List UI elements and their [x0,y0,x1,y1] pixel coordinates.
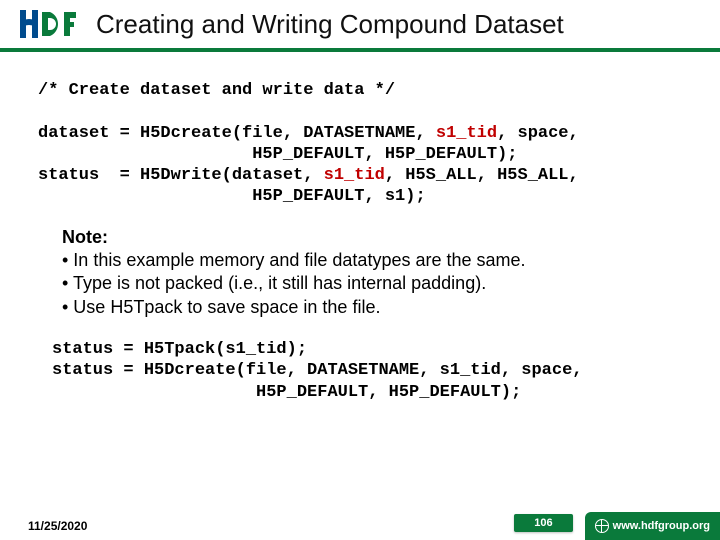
note-bullet: • Type is not packed (i.e., it still has… [62,272,682,295]
slide-footer: 11/25/2020 106 www.hdfgroup.org [0,512,720,540]
note-block: Note: • In this example memory and file … [0,208,720,320]
code-line: dataset = H5Dcreate(file, DATASETNAME, [38,124,436,143]
code-line: status = H5Dcreate(file, DATASETNAME, s1… [52,361,583,380]
slide-header: Creating and Writing Compound Dataset [0,0,720,42]
code-block-2: status = H5Tpack(s1_tid); status = H5Dcr… [0,319,720,403]
code-line: status = H5Tpack(s1_tid); [52,340,307,359]
code-line: status = H5Dwrite(dataset, [38,166,324,185]
code-block-1: /* Create dataset and write data */ data… [0,52,720,208]
code-line: , H5S_ALL, H5S_ALL, [385,166,579,185]
page-number-badge: 106 [514,514,572,532]
code-line: H5P_DEFAULT, H5P_DEFAULT); [52,383,521,402]
code-highlight: s1_tid [436,124,497,143]
note-bullet: • In this example memory and file dataty… [62,249,682,272]
code-line: H5P_DEFAULT, H5P_DEFAULT); [38,145,517,164]
slide: Creating and Writing Compound Dataset /*… [0,0,720,540]
globe-icon [595,519,609,533]
hdf-logo-icon [18,6,78,42]
note-bullet: • Use H5Tpack to save space in the file. [62,296,682,319]
code-comment: /* Create dataset and write data */ [38,81,395,100]
code-line: , space, [497,124,579,143]
note-title: Note: [62,226,682,249]
brand-url: www.hdfgroup.org [613,520,710,532]
slide-title: Creating and Writing Compound Dataset [96,9,564,40]
footer-date: 11/25/2020 [28,519,87,533]
code-highlight: s1_tid [324,166,385,185]
code-line: H5P_DEFAULT, s1); [38,187,426,206]
footer-right: 106 www.hdfgroup.org [514,512,720,540]
brand-banner: www.hdfgroup.org [585,512,720,540]
